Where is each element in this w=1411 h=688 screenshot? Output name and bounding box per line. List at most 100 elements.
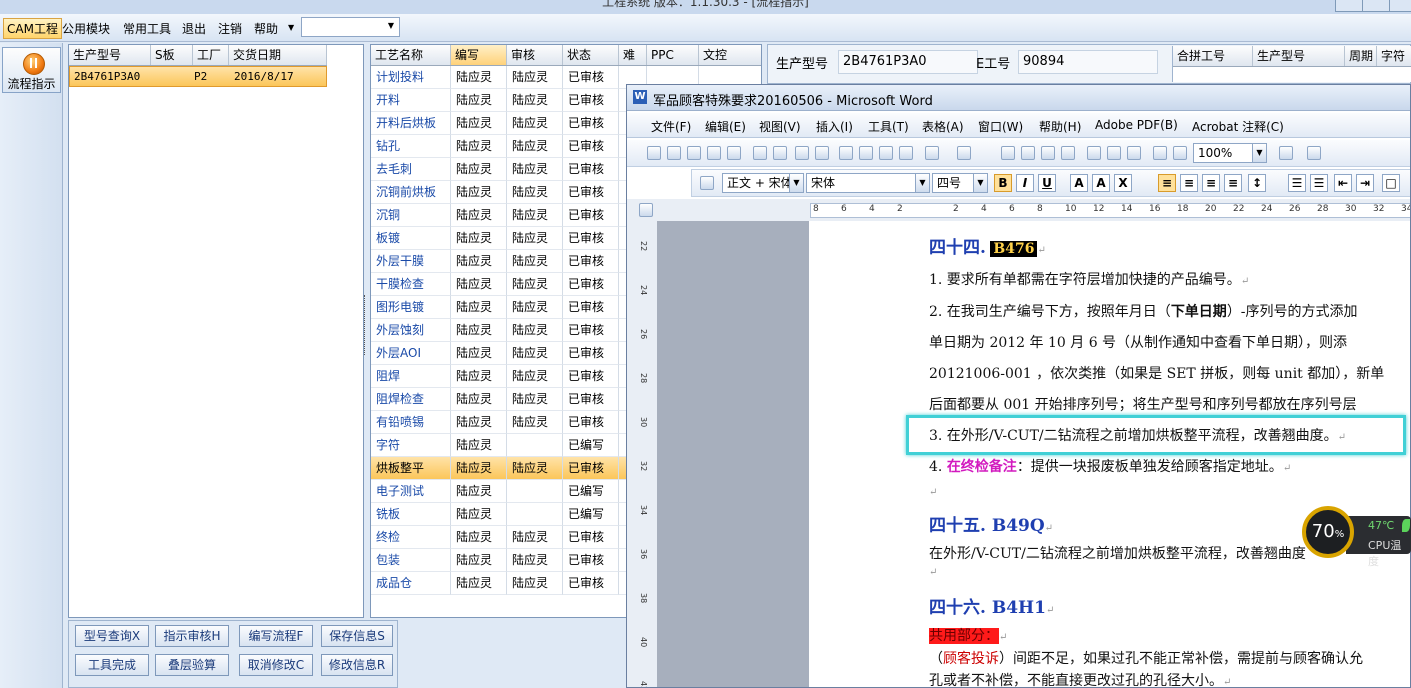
word-menu-file[interactable]: 文件(F) xyxy=(651,118,691,135)
hyperlink-icon[interactable] xyxy=(1001,146,1015,160)
permission-icon[interactable] xyxy=(707,146,721,160)
char-border-button[interactable]: A xyxy=(1070,174,1088,192)
copy-icon[interactable] xyxy=(859,146,873,160)
col-merge-char[interactable]: 字符 xyxy=(1377,46,1411,66)
write-flow-button[interactable]: 编写流程F xyxy=(239,625,313,647)
reading-layout-icon[interactable] xyxy=(1153,146,1167,160)
print-preview-icon[interactable] xyxy=(773,146,787,160)
cut-icon[interactable] xyxy=(839,146,853,160)
col-merge-no[interactable]: 合拼工号 xyxy=(1173,46,1253,66)
font-select[interactable]: 宋体 ▼ xyxy=(806,173,930,193)
styles-pane-icon[interactable] xyxy=(700,176,714,190)
stackup-check-button[interactable]: 叠层验算 xyxy=(155,654,229,676)
col-editor[interactable]: 编写 xyxy=(451,45,507,65)
tool-complete-button[interactable]: 工具完成 xyxy=(75,654,149,676)
save-icon[interactable] xyxy=(687,146,701,160)
minimize-button[interactable] xyxy=(1335,0,1363,12)
menu-help[interactable]: 帮助 xyxy=(254,20,278,37)
spelling-icon[interactable] xyxy=(795,146,809,160)
open-icon[interactable] xyxy=(667,146,681,160)
read-icon[interactable] xyxy=(1307,146,1321,160)
char-shading-button[interactable]: A xyxy=(1092,174,1110,192)
bold-button[interactable]: B xyxy=(994,174,1012,192)
col-factory[interactable]: 工厂 xyxy=(193,45,229,65)
col-process-name[interactable]: 工艺名称 xyxy=(371,45,451,65)
increase-indent-button[interactable]: ⇥ xyxy=(1356,174,1374,192)
style-select[interactable]: 正文 + 宋体 ▼ xyxy=(722,173,804,193)
paste-icon[interactable] xyxy=(879,146,893,160)
email-icon[interactable] xyxy=(727,146,741,160)
word-menu-edit[interactable]: 编辑(E) xyxy=(705,118,746,135)
word-menu-window[interactable]: 窗口(W) xyxy=(978,118,1023,135)
word-menu-tools[interactable]: 工具(T) xyxy=(868,118,909,135)
decrease-indent-button[interactable]: ⇤ xyxy=(1334,174,1352,192)
cpu-monitor-widget[interactable]: 47℃ CPU温度 70% xyxy=(1302,506,1411,568)
maximize-button[interactable] xyxy=(1362,0,1390,12)
model-query-button[interactable]: 型号查询X xyxy=(75,625,149,647)
underline-button[interactable]: U xyxy=(1038,174,1056,192)
insert-table-icon[interactable] xyxy=(1041,146,1055,160)
align-left-button[interactable]: ≡ xyxy=(1158,174,1176,192)
col-model[interactable]: 生产型号 xyxy=(69,45,151,65)
word-menu-table[interactable]: 表格(A) xyxy=(922,118,964,135)
columns-icon[interactable] xyxy=(1087,146,1101,160)
format-painter-icon[interactable] xyxy=(899,146,913,160)
align-center-button[interactable]: ≡ xyxy=(1180,174,1198,192)
undo-icon[interactable] xyxy=(925,146,939,160)
justify-button[interactable]: ≡ xyxy=(1224,174,1242,192)
bullets-button[interactable]: ☰ xyxy=(1310,174,1328,192)
drawing-icon[interactable] xyxy=(1107,146,1121,160)
col-merge-cycle[interactable]: 周期 xyxy=(1345,46,1377,66)
help-icon[interactable] xyxy=(1279,146,1293,160)
new-doc-icon[interactable] xyxy=(647,146,661,160)
model-field[interactable]: 2B4761P3A0 xyxy=(838,50,978,74)
word-menu-acrobat[interactable]: Acrobat 注释(C) xyxy=(1192,118,1284,135)
size-select[interactable]: 四号 ▼ xyxy=(932,173,988,193)
horizontal-ruler[interactable]: 8642246810121416182022242628303234 xyxy=(627,199,1410,222)
research-icon[interactable] xyxy=(815,146,829,160)
col-s-board[interactable]: S板 xyxy=(151,45,193,65)
word-menu-adobe-pdf[interactable]: Adobe PDF(B) xyxy=(1095,118,1178,132)
document-map-icon[interactable] xyxy=(1127,146,1141,160)
col-delivery-date[interactable]: 交货日期 xyxy=(229,45,327,65)
outside-border-button[interactable]: □ xyxy=(1382,174,1400,192)
menu-logout[interactable]: 注销 xyxy=(218,20,242,37)
menu-common-module[interactable]: 公用模块 xyxy=(62,20,110,37)
col-status[interactable]: 状态 xyxy=(563,45,619,65)
vertical-ruler[interactable]: 22 24 26 28 30 32 34 36 38 40 42 xyxy=(627,221,658,687)
col-doc-control[interactable]: 文控 xyxy=(699,45,761,65)
cancel-edit-button[interactable]: 取消修改C xyxy=(239,654,313,676)
zoom-select[interactable]: 100% ▼ xyxy=(1193,143,1267,163)
word-menu-help[interactable]: 帮助(H) xyxy=(1039,118,1081,135)
col-difficulty[interactable]: 难 xyxy=(619,45,647,65)
review-indicator-button[interactable]: 指示审核H xyxy=(155,625,229,647)
flow-indicator-button[interactable]: 流程指示 xyxy=(2,47,61,93)
col-merge-model[interactable]: 生产型号 xyxy=(1253,46,1345,66)
tab-stop-selector[interactable] xyxy=(639,203,653,217)
save-info-button[interactable]: 保存信息S xyxy=(321,625,393,647)
menu-exit[interactable]: 退出 xyxy=(182,20,206,37)
show-hide-icon[interactable] xyxy=(1173,146,1187,160)
line-spacing-button[interactable]: ↕ xyxy=(1248,174,1266,192)
eno-field[interactable]: 90894 xyxy=(1018,50,1158,74)
help-dropdown-icon[interactable]: ▼ xyxy=(288,23,294,32)
align-right-button[interactable]: ≡ xyxy=(1202,174,1220,192)
print-icon[interactable] xyxy=(753,146,767,160)
order-row[interactable]: 2B4761P3A0 P2 2016/8/17 xyxy=(69,66,327,87)
word-menu-view[interactable]: 视图(V) xyxy=(759,118,801,135)
tables-borders-icon[interactable] xyxy=(1021,146,1035,160)
splitter-handle[interactable] xyxy=(364,295,369,355)
menu-cam[interactable]: CAM工程 xyxy=(3,18,62,39)
numbering-button[interactable]: ☰ xyxy=(1288,174,1306,192)
menu-common-tools[interactable]: 常用工具 xyxy=(123,20,171,37)
word-menu-insert[interactable]: 插入(I) xyxy=(816,118,853,135)
toolbar-combo[interactable]: ▼ xyxy=(301,17,400,37)
col-reviewer[interactable]: 审核 xyxy=(507,45,563,65)
edit-info-button[interactable]: 修改信息R xyxy=(321,654,393,676)
redo-icon[interactable] xyxy=(957,146,971,160)
italic-button[interactable]: I xyxy=(1016,174,1034,192)
insert-excel-icon[interactable] xyxy=(1061,146,1075,160)
char-scale-button[interactable]: X xyxy=(1114,174,1132,192)
close-button[interactable] xyxy=(1389,0,1411,12)
col-ppc[interactable]: PPC xyxy=(647,45,699,65)
